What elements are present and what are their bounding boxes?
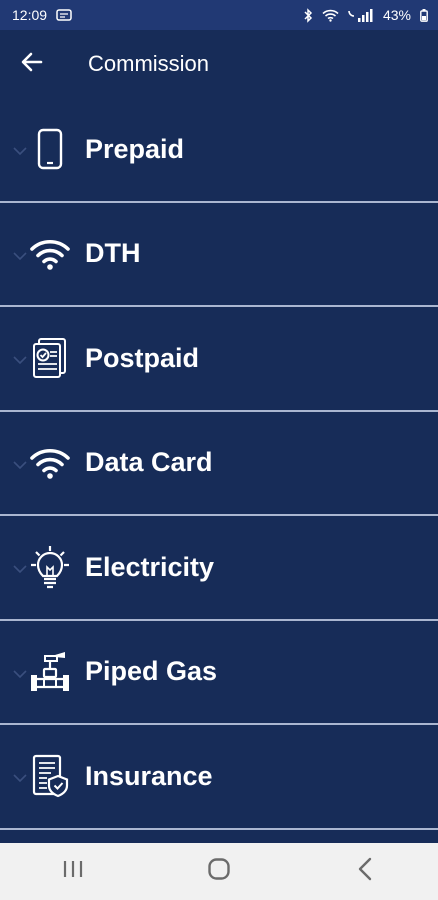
list-item-label: Prepaid [85,133,185,164]
list-item-label: Postpaid [85,342,200,373]
chevron-down-icon [13,666,27,684]
status-bar: 12:09 43% [0,0,438,30]
list-item-label: Piped Gas [85,656,218,687]
arrow-left-icon [21,52,43,77]
list-item-prepaid[interactable]: Prepaid [0,98,438,203]
commission-list: Prepaid DTH Postpaid Data Card Electrici… [0,98,438,843]
chevron-down-icon [13,352,27,370]
status-right: 43% [303,7,428,23]
chevron-down-icon [13,561,27,579]
mobile-phone-icon [29,127,71,171]
status-time: 12:09 [12,7,48,23]
list-item-insurance[interactable]: Insurance [0,725,438,830]
navigation-bar [0,843,438,900]
status-left: 12:09 [12,7,72,23]
list-item-label: Data Card [85,447,213,478]
list-item-label: Insurance [85,760,213,791]
wifi-signal-icon [29,441,71,485]
home-icon [207,857,231,886]
light-bulb-icon [29,545,71,589]
chevron-down-icon [13,143,27,161]
list-item-label: Electricity [85,551,215,582]
chevron-down-icon [13,770,27,788]
signal-icon [348,8,374,22]
app-bar: Commission [0,30,438,98]
chevron-down-icon [13,248,27,266]
list-item-data-card[interactable]: Data Card [0,412,438,516]
back-button[interactable] [0,30,72,98]
recent-apps-icon [62,859,84,884]
home-button[interactable] [189,843,249,900]
notification-icon [56,9,72,21]
battery-percent: 43% [382,7,411,23]
bill-document-icon [29,336,71,380]
battery-icon [420,8,428,22]
gas-pipe-icon [29,650,71,694]
bluetooth-icon [303,7,313,23]
recent-apps-button[interactable] [43,843,103,900]
wifi-status-icon [322,9,339,22]
system-back-button[interactable] [335,843,395,900]
list-item-electricity[interactable]: Electricity [0,516,438,621]
list-item-postpaid[interactable]: Postpaid [0,307,438,412]
list-item-label: DTH [85,238,141,269]
wifi-signal-icon [29,232,71,276]
list-item-dth[interactable]: DTH [0,203,438,307]
back-icon [357,857,373,886]
chevron-down-icon [13,457,27,475]
list-item-piped-gas[interactable]: Piped Gas [0,621,438,725]
page-title: Commission [88,51,210,76]
insurance-document-icon [29,754,71,798]
